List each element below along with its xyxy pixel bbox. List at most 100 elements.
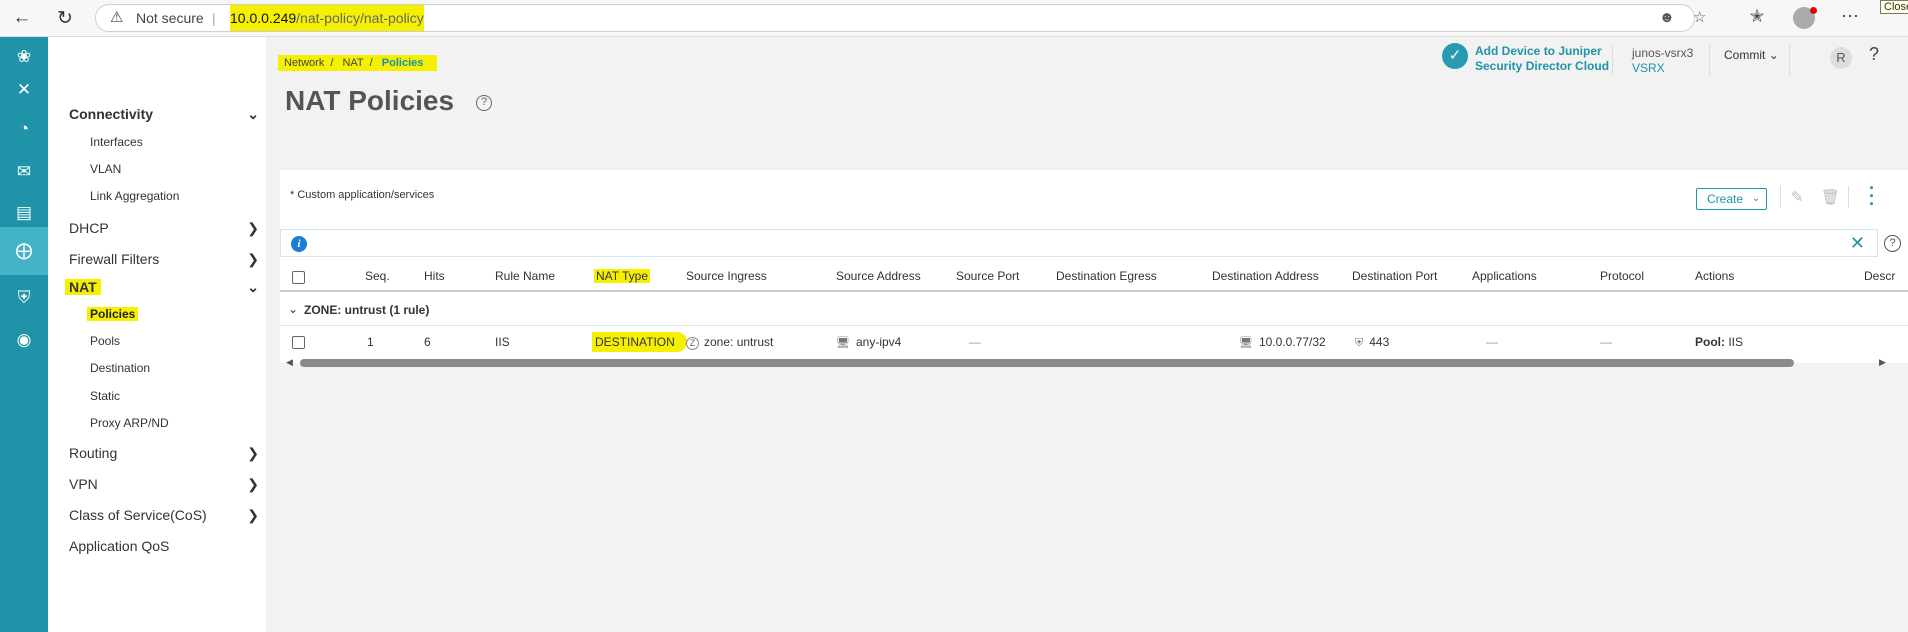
security-shield-icon[interactable]: ⛨ (0, 278, 48, 318)
column-header[interactable]: Descr (1864, 269, 1895, 283)
sidebar-item-proxy-arp[interactable]: Proxy ARP/ND (90, 416, 169, 430)
sidebar-group-label: Connectivity (69, 106, 154, 122)
column-header[interactable]: NAT Type (594, 269, 651, 283)
column-header[interactable]: Actions (1695, 269, 1734, 283)
close-nav-icon[interactable]: ✕ (0, 70, 48, 110)
nat-policies-panel: * Custom application/services Create ⌄ ✎… (280, 170, 1908, 367)
select-all-checkbox[interactable] (292, 271, 305, 284)
sidebar-item-static[interactable]: Static (90, 389, 120, 403)
more-options-icon[interactable]: ⋯ (1838, 6, 1862, 27)
cell-nat-type: DESTINATION (592, 332, 687, 352)
monitor-icon[interactable]: ✉ (0, 152, 48, 192)
cell-destination-address: 🖥 10.0.0.77/32 (1239, 335, 1326, 349)
column-header[interactable]: Source Address (836, 269, 921, 283)
reader-icon[interactable]: ☻ (1659, 5, 1675, 31)
custom-services-note: * Custom application/services (290, 189, 435, 201)
table-row[interactable]: 1 6 IIS DESTINATION Zzone: untrust 🖥 any-… (280, 327, 1908, 357)
sidebar-item-link-aggregation[interactable]: Link Aggregation (90, 189, 179, 203)
cell-protocol: — (1600, 335, 1612, 349)
sidebar-group-dhcp[interactable]: DHCP ❯ (69, 220, 259, 242)
horizontal-scrollbar[interactable]: ◀ ▶ (280, 357, 1908, 369)
security-director-logo-icon[interactable]: ✓ (1442, 43, 1468, 69)
actions-key: Pool: (1695, 335, 1725, 349)
more-actions-icon[interactable]: · · · (1869, 179, 1875, 213)
address-icon: 🖥 (1239, 337, 1253, 349)
sidebar-group-cos[interactable]: Class of Service(CoS) ❯ (69, 507, 259, 529)
sidebar-group-nat[interactable]: NAT ⌄ (65, 279, 259, 301)
network-icon[interactable]: ⨁ (0, 227, 48, 275)
scroll-left-icon[interactable]: ◀ (286, 357, 293, 368)
breadcrumb-nat[interactable]: NAT (342, 57, 363, 69)
commit-label: Commit (1724, 48, 1766, 62)
device-model: VSRX (1632, 61, 1665, 75)
sidebar-item-interfaces[interactable]: Interfaces (90, 135, 143, 149)
create-button[interactable]: Create ⌄ (1696, 188, 1767, 210)
page-title: NAT Policies (285, 85, 455, 116)
scrollbar-thumb[interactable] (300, 359, 1794, 367)
column-header[interactable]: Destination Port (1352, 269, 1437, 283)
column-header[interactable]: Destination Egress (1056, 269, 1157, 283)
sidebar-item-destination[interactable]: Destination (90, 361, 150, 375)
sidebar-group-firewall-filters[interactable]: Firewall Filters ❯ (69, 251, 259, 273)
delete-trash-icon[interactable]: 🗑 (1821, 188, 1840, 206)
source-address-text: any-ipv4 (855, 335, 902, 349)
zone-group-row[interactable]: ⌄ ZONE: untrust (1 rule) (280, 294, 1908, 326)
sidebar-group-vpn[interactable]: VPN ❯ (69, 476, 259, 498)
user-avatar[interactable]: R (1830, 47, 1852, 69)
column-header[interactable]: Protocol (1600, 269, 1644, 283)
sidebar-group-routing[interactable]: Routing ❯ (69, 445, 259, 467)
create-label: Create (1707, 192, 1744, 206)
row-checkbox[interactable] (292, 336, 305, 349)
destination-address-text: 10.0.0.77/32 (1258, 335, 1326, 349)
address-bar[interactable]: ⚠ Not secure | 10.0.0.249/nat-policy/nat… (95, 4, 1706, 32)
notification-dot (1810, 7, 1817, 14)
header-divider (1789, 45, 1790, 75)
back-arrow-icon[interactable]: ← (10, 6, 34, 30)
edit-pencil-icon[interactable]: ✎ (1791, 188, 1804, 206)
column-header[interactable]: Source Ingress (686, 269, 767, 283)
chevron-down-icon[interactable]: ⌄ (288, 302, 298, 316)
add-device-line1: Add Device to Juniper (1475, 44, 1602, 58)
scroll-right-icon[interactable]: ▶ (1879, 357, 1886, 368)
url-path: /nat-policy/nat-policy (296, 10, 424, 26)
global-help-icon[interactable]: ? (1869, 44, 1879, 65)
sidebar-item-pools[interactable]: Pools (90, 334, 120, 348)
reload-icon[interactable]: ↻ (53, 6, 77, 30)
table-help-icon[interactable]: ? (1884, 235, 1901, 252)
chevron-right-icon: ❯ (247, 507, 259, 523)
toolbar-divider (1780, 186, 1781, 208)
security-label: Not secure (136, 10, 204, 26)
device-info: junos-vsrx3 VSRX (1632, 46, 1693, 76)
sidebar-group-label: Firewall Filters (69, 251, 160, 267)
info-icon: i (291, 236, 307, 252)
column-header[interactable]: Rule Name (495, 269, 555, 283)
column-header[interactable]: Destination Address (1212, 269, 1319, 283)
close-icon[interactable]: ✕ (1850, 233, 1865, 254)
sidebar-item-vlan[interactable]: VLAN (90, 162, 121, 176)
table-header: Seq. Hits Rule Name NAT Type Source Ingr… (280, 259, 1908, 292)
actions-value: IIS (1725, 335, 1744, 349)
lock-icon[interactable]: ◉ (0, 320, 48, 360)
chevron-down-icon: ⌄ (247, 106, 259, 122)
sidebar-group-application-qos[interactable]: Application QoS (69, 538, 259, 560)
url-text[interactable]: 10.0.0.249/nat-policy/nat-policy (230, 5, 424, 31)
column-header[interactable]: Hits (424, 269, 445, 283)
column-header[interactable]: Seq. (365, 269, 390, 283)
breadcrumb-network[interactable]: Network (284, 57, 324, 69)
cell-rule-name[interactable]: IIS (495, 335, 510, 349)
cell-source-ingress: Zzone: untrust (686, 335, 773, 350)
favorite-star-icon[interactable]: ☆ (1693, 5, 1706, 31)
sidebar-group-connectivity[interactable]: Connectivity ⌄ (69, 106, 259, 128)
add-device-link[interactable]: Add Device to Juniper Security Director … (1475, 44, 1609, 74)
sidebar-item-policies[interactable]: Policies (87, 307, 139, 321)
dashboard-icon[interactable]: ◔ (0, 109, 48, 149)
sidebar-group-label: Class of Service(CoS) (69, 507, 207, 523)
close-tooltip: Close (1880, 0, 1908, 14)
commit-dropdown[interactable]: Commit ⌄ (1724, 48, 1779, 62)
favorites-icon[interactable]: ✭ (1745, 6, 1769, 27)
sidebar-group-label: DHCP (69, 220, 109, 236)
column-header[interactable]: Source Port (956, 269, 1019, 283)
help-icon[interactable]: ? (476, 95, 492, 111)
column-header[interactable]: Applications (1472, 269, 1537, 283)
sidebar-nav: Connectivity ⌄ Interfaces VLAN Link Aggr… (48, 37, 266, 632)
